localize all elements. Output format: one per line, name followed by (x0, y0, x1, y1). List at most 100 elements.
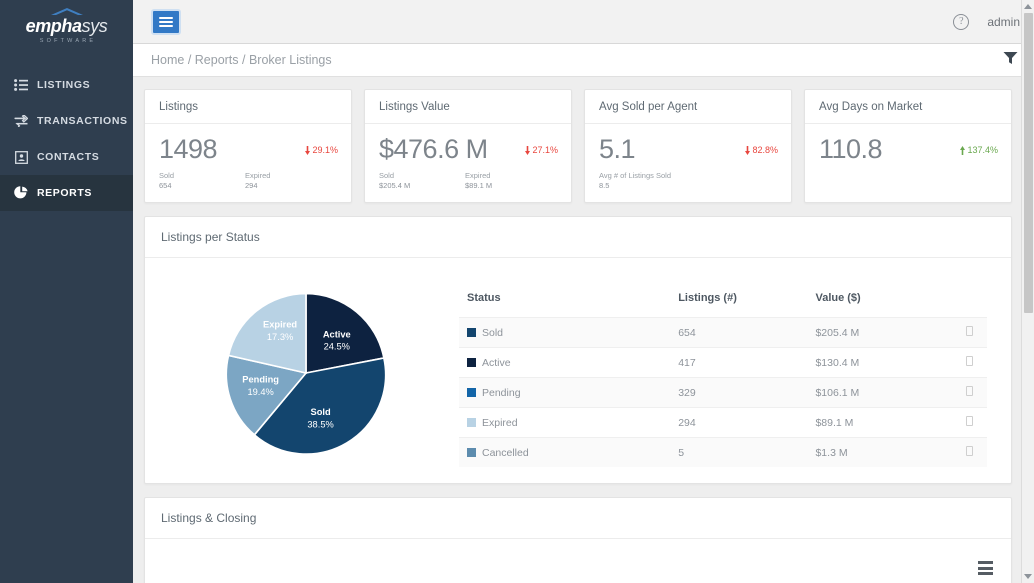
kpi-title: Avg Sold per Agent (585, 90, 791, 124)
breadcrumb[interactable]: Home / Reports / Broker Listings (151, 53, 332, 67)
kpi-sub-label: Sold (379, 171, 395, 180)
status-color-swatch (467, 447, 476, 457)
sidebar-item-contacts[interactable]: CONTACTS (0, 139, 133, 175)
cell-action[interactable] (944, 377, 987, 408)
user-menu[interactable]: admin (987, 15, 1020, 29)
kpi-title: Avg Days on Market (805, 90, 1011, 124)
status-label: Sold (482, 326, 504, 339)
kpi-card-listings-value: Listings Value $476.6 M 27.1% Sold $205.… (364, 89, 572, 203)
kpi-subs: Sold $205.4 M Expired $89.1 M (379, 171, 557, 191)
kpi-body: $476.6 M 27.1% Sold $205.4 M Expired $89… (365, 124, 571, 202)
status-color-swatch (467, 417, 476, 427)
pie-slice-label-active: Active (323, 329, 351, 339)
scrollbar-thumb[interactable] (1024, 13, 1033, 313)
logo-caret-icon (0, 7, 133, 16)
logo-wordmark: emphasys (26, 17, 108, 35)
row-action-icon[interactable] (966, 446, 974, 456)
cell-status: Pending (459, 377, 671, 408)
cell-value: $89.1 M (807, 407, 945, 438)
sidebar-nav: LISTINGS TRANSACTIONS CONTACTS REPORTS (0, 67, 133, 211)
brand-logo[interactable]: emphasys SOFTWARE (0, 0, 133, 49)
row-action-icon[interactable] (966, 356, 974, 366)
topbar-right-group: ? admin (953, 13, 1020, 30)
table-header: Status Listings (#) Value ($) (459, 292, 987, 318)
cell-action[interactable] (944, 347, 987, 378)
sidebar-item-label: REPORTS (37, 187, 92, 199)
status-table-wrap: Status Listings (#) Value ($) Sold 654 $… (451, 274, 995, 467)
arrow-down-icon (305, 145, 311, 155)
arrow-down-icon (745, 145, 751, 155)
kpi-sub-value: $205.4 M (379, 181, 411, 190)
kpi-delta: 137.4% (960, 145, 998, 155)
status-label: Active (482, 356, 511, 369)
cell-action[interactable] (944, 317, 987, 348)
sidebar-item-transactions[interactable]: TRANSACTIONS (0, 103, 133, 139)
kpi-subs: Sold 654 Expired 294 (159, 171, 337, 191)
column-header-status: Status (467, 292, 501, 304)
logo-light: sys (81, 16, 108, 36)
row-action-icon[interactable] (966, 326, 974, 336)
sidebar: emphasys SOFTWARE LISTINGS TRANSACTIONS … (0, 0, 133, 583)
menu-toggle-button[interactable] (151, 8, 181, 35)
cell-value: $205.4 M (807, 317, 945, 348)
kpi-sub: Sold $205.4 M (379, 171, 435, 191)
panel-title: Listings & Closing (145, 498, 1011, 539)
scroll-down-arrow[interactable] (1022, 570, 1034, 583)
cell-value: $130.4 M (807, 347, 945, 378)
kpi-sub-label: Expired (465, 171, 491, 180)
kpi-sub-label (819, 171, 875, 181)
pie-slice-value-active: 24.5% (324, 341, 350, 351)
kpi-delta: 82.8% (745, 145, 778, 155)
main-area: ? admin Home / Reports / Broker Listings… (133, 0, 1034, 583)
row-action-icon[interactable] (966, 416, 974, 426)
funnel-icon[interactable] (1003, 51, 1018, 70)
kpi-card-avg-days-on-market: Avg Days on Market 110.8 137.4% (804, 89, 1012, 203)
page-scroll-area: Listings 1498 29.1% Sold 654 Expired 294… (133, 77, 1034, 583)
contact-card-icon (14, 150, 28, 164)
kpi-sub-label: Sold (159, 171, 175, 180)
cell-count: 5 (670, 437, 808, 467)
status-label: Cancelled (482, 446, 529, 459)
sidebar-item-listings[interactable]: LISTINGS (0, 67, 133, 103)
kpi-title: Listings (145, 90, 351, 124)
table-row[interactable]: Active 417 $130.4 M (459, 347, 987, 378)
kpi-sub-value: 654 (159, 181, 172, 190)
kpi-card-avg-sold-per-agent: Avg Sold per Agent 5.1 82.8% Avg # of Li… (584, 89, 792, 203)
scroll-up-arrow[interactable] (1022, 0, 1034, 13)
table-row[interactable]: Pending 329 $106.1 M (459, 377, 987, 408)
cell-count: 294 (670, 407, 808, 438)
cell-action[interactable] (944, 437, 987, 467)
kpi-sub: Sold 654 (159, 171, 215, 191)
listings-per-status-panel: Listings per Status Active 24.5% Sold 38… (144, 216, 1012, 484)
table-row[interactable]: Cancelled 5 $1.3 M (459, 437, 987, 467)
page-scrollbar[interactable] (1021, 0, 1034, 583)
logo-subtitle: SOFTWARE (39, 38, 97, 44)
chart-export-menu-icon[interactable] (978, 561, 993, 578)
kpi-sub (819, 171, 875, 191)
transfer-icon (14, 114, 28, 128)
sidebar-item-reports[interactable]: REPORTS (0, 175, 133, 211)
cell-action[interactable] (944, 407, 987, 438)
row-action-icon[interactable] (966, 386, 974, 396)
pie-slice-value-pending: 19.4% (247, 386, 273, 396)
column-header-listings: Listings (#) (678, 292, 737, 304)
closing-chart-body: 40M 160 (145, 539, 1011, 583)
kpi-sub-value (819, 181, 875, 191)
arrow-down-icon (525, 145, 531, 155)
cell-value: $1.3 M (807, 437, 945, 467)
cell-status: Cancelled (459, 437, 671, 467)
pie-slice-label-expired: Expired (263, 319, 297, 329)
kpi-delta-value: 29.1% (312, 145, 338, 155)
kpi-sub: Expired 294 (245, 171, 301, 191)
table-row[interactable]: Expired 294 $89.1 M (459, 407, 987, 438)
kpi-sub-label: Avg # of Listings Sold (599, 171, 671, 180)
table-header-row: Status Listings (#) Value ($) (459, 292, 987, 318)
table-body: Sold 654 $205.4 M Active 417 $130.4 M Pe… (459, 317, 987, 467)
kpi-delta-value: 27.1% (532, 145, 558, 155)
table-row[interactable]: Sold 654 $205.4 M (459, 317, 987, 348)
pie-slice-label-pending: Pending (242, 374, 279, 384)
kpi-delta-value: 137.4% (967, 145, 998, 155)
kpi-subs: Avg # of Listings Sold 8.5 (599, 171, 777, 191)
help-icon[interactable]: ? (953, 13, 970, 30)
breadcrumb-bar: Home / Reports / Broker Listings (133, 44, 1034, 77)
